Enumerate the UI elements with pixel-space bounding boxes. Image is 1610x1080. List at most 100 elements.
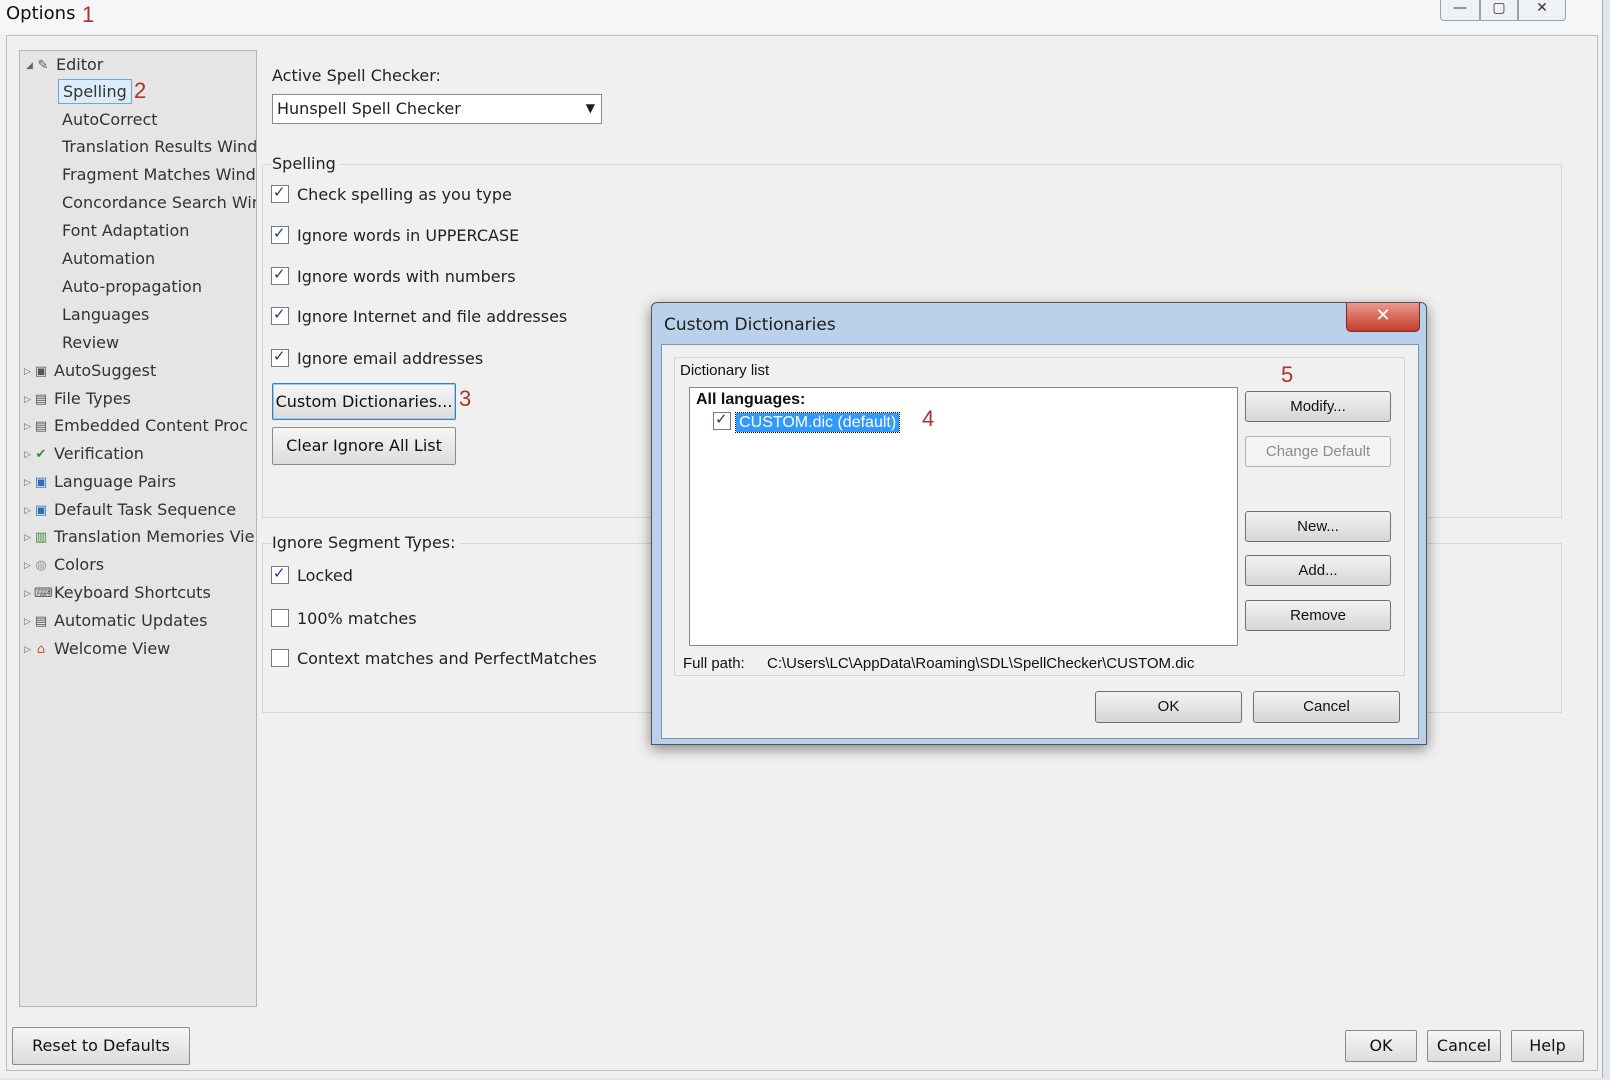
tree-item-automatic-updates[interactable]: ▷ ▤ Automatic Updates bbox=[24, 609, 207, 633]
tree-item-keyboard-shortcuts[interactable]: ▷ ⌨Keyboard Shortcuts bbox=[24, 581, 211, 605]
checkmark-icon: ✓ bbox=[273, 305, 286, 323]
close-window-button[interactable]: ✕ bbox=[1518, 0, 1566, 21]
change-default-button[interactable]: Change Default bbox=[1245, 436, 1391, 467]
ignore-segment-types-label: Ignore Segment Types: bbox=[272, 533, 460, 552]
all-languages-header: All languages: bbox=[696, 391, 806, 408]
expand-arrow-icon[interactable]: ▷ bbox=[24, 388, 34, 412]
verification-icon: ✔ bbox=[35, 446, 47, 462]
checkmark-icon: ✓ bbox=[715, 410, 728, 428]
help-button[interactable]: Help bbox=[1511, 1030, 1584, 1062]
close-icon: ✕ bbox=[1536, 0, 1548, 16]
tree-item-default-task-sequence[interactable]: ▷ ▣ Default Task Sequence bbox=[24, 498, 236, 522]
tree-item-welcome-view[interactable]: ▷ ⌂ Welcome View bbox=[24, 637, 170, 661]
minimize-icon: — bbox=[1453, 0, 1467, 16]
expand-arrow-icon[interactable]: ▷ bbox=[24, 415, 34, 439]
tree-item-file-types[interactable]: ▷ ▤ File Types bbox=[24, 387, 131, 411]
collapse-arrow-icon[interactable]: ◢ bbox=[26, 54, 36, 78]
annotation-1: 1 bbox=[82, 2, 95, 27]
tree-item-auto-propagation[interactable]: Auto-propagation bbox=[62, 275, 202, 299]
tree-item-verification[interactable]: ▷ ✔ Verification bbox=[24, 442, 144, 466]
tree-item-concordance-search[interactable]: Concordance Search Win bbox=[62, 191, 256, 215]
maximize-button[interactable]: ▢ bbox=[1480, 0, 1518, 21]
custom-dictionaries-button[interactable]: Custom Dictionaries... bbox=[272, 383, 456, 420]
language-pairs-icon: ▣ bbox=[34, 474, 48, 490]
checkmark-icon: ✓ bbox=[273, 564, 286, 582]
context-matches-checkbox[interactable]: Context matches and PerfectMatches bbox=[271, 649, 597, 668]
full-path-label: Full path: bbox=[683, 655, 745, 672]
spelling-group-label: Spelling bbox=[272, 154, 340, 173]
ignore-internet-addresses-checkbox[interactable]: ✓ Ignore Internet and file addresses bbox=[271, 305, 567, 326]
dictionary-checkbox[interactable]: ✓ bbox=[713, 410, 731, 430]
expand-arrow-icon[interactable]: ▷ bbox=[24, 360, 34, 384]
annotation-2: 2 bbox=[134, 78, 147, 103]
spell-checker-dropdown[interactable]: Hunspell Spell Checker ▼ bbox=[272, 94, 602, 124]
remove-dictionary-button[interactable]: Remove bbox=[1245, 600, 1391, 631]
tree-item-languages[interactable]: Languages bbox=[62, 303, 149, 327]
minimize-button[interactable]: — bbox=[1440, 0, 1480, 21]
tree-item-translation-memories[interactable]: ▷ ▥ Translation Memories Vie bbox=[24, 525, 254, 549]
checkmark-icon: ✓ bbox=[273, 347, 286, 365]
tree-item-autocorrect[interactable]: AutoCorrect bbox=[62, 108, 158, 132]
autosuggest-icon: ▣ bbox=[34, 363, 48, 379]
embedded-content-icon: ▤ bbox=[34, 418, 48, 434]
active-spell-checker-label: Active Spell Checker: bbox=[272, 66, 441, 85]
expand-arrow-icon[interactable]: ▷ bbox=[24, 582, 34, 606]
dictionary-item-custom[interactable]: ✓ CUSTOM.dic (default) bbox=[713, 410, 901, 433]
locked-checkbox[interactable]: ✓ Locked bbox=[271, 564, 353, 585]
ignore-uppercase-checkbox[interactable]: ✓ Ignore words in UPPERCASE bbox=[271, 224, 519, 245]
ok-button[interactable]: OK bbox=[1345, 1030, 1417, 1062]
ignore-words-with-numbers-checkbox[interactable]: ✓ Ignore words with numbers bbox=[271, 265, 516, 286]
tree-item-language-pairs[interactable]: ▷ ▣ Language Pairs bbox=[24, 470, 176, 494]
add-dictionary-button[interactable]: Add... bbox=[1245, 555, 1391, 586]
expand-arrow-icon[interactable]: ▷ bbox=[24, 638, 34, 662]
updates-icon: ▤ bbox=[34, 613, 48, 629]
tree-item-translation-results[interactable]: Translation Results Wind bbox=[62, 135, 256, 159]
tree-item-font-adaptation[interactable]: Font Adaptation bbox=[62, 219, 189, 243]
modify-button[interactable]: Modify... bbox=[1245, 391, 1391, 422]
close-icon: ✕ bbox=[1375, 305, 1391, 326]
title-bar: Options 1 — ▢ ✕ bbox=[0, 0, 1602, 34]
custom-dictionaries-dialog: Custom Dictionaries ✕ Dictionary list Al… bbox=[651, 302, 1427, 745]
checkmark-icon: ✓ bbox=[273, 224, 286, 242]
check-spelling-as-you-type-checkbox[interactable]: ✓ Check spelling as you type bbox=[271, 183, 512, 204]
tree-item-review[interactable]: Review bbox=[62, 331, 119, 355]
ignore-email-addresses-checkbox[interactable]: ✓ Ignore email addresses bbox=[271, 347, 483, 368]
dictionary-listbox[interactable]: All languages: ✓ CUSTOM.dic (default) 4 bbox=[689, 387, 1238, 646]
annotation-4: 4 bbox=[922, 406, 935, 431]
expand-arrow-icon[interactable]: ▷ bbox=[24, 554, 34, 578]
checkmark-icon: ✓ bbox=[273, 183, 286, 201]
tree-item-autosuggest[interactable]: ▷ ▣ AutoSuggest bbox=[24, 359, 156, 383]
file-types-icon: ▤ bbox=[34, 391, 48, 407]
tree-item-editor[interactable]: ◢ ✎ Editor bbox=[26, 53, 103, 77]
dialog-cancel-button[interactable]: Cancel bbox=[1253, 691, 1400, 723]
expand-arrow-icon[interactable]: ▷ bbox=[24, 610, 34, 634]
dictionary-list-label: Dictionary list bbox=[680, 362, 770, 379]
dialog-ok-button[interactable]: OK bbox=[1095, 691, 1242, 723]
tree-item-fragment-matches[interactable]: Fragment Matches Wind bbox=[62, 163, 256, 187]
100-percent-matches-checkbox[interactable]: 100% matches bbox=[271, 609, 417, 628]
clear-ignore-all-list-button[interactable]: Clear Ignore All List bbox=[272, 427, 456, 465]
dictionary-item-label: CUSTOM.dic (default) bbox=[735, 412, 901, 433]
checkmark-icon: ✓ bbox=[273, 265, 286, 283]
spell-checker-value: Hunspell Spell Checker bbox=[277, 99, 461, 118]
reset-to-defaults-button[interactable]: Reset to Defaults bbox=[12, 1027, 190, 1065]
tree-item-automation[interactable]: Automation bbox=[62, 247, 155, 271]
window-title: Options bbox=[6, 3, 76, 24]
keyboard-icon: ⌨ bbox=[34, 585, 53, 601]
new-dictionary-button[interactable]: New... bbox=[1245, 511, 1391, 542]
full-path-value: C:\Users\LC\AppData\Roaming\SDL\SpellChe… bbox=[767, 655, 1195, 672]
expand-arrow-icon[interactable]: ▷ bbox=[24, 526, 34, 550]
colors-icon: ◍ bbox=[35, 557, 47, 573]
dialog-close-button[interactable]: ✕ bbox=[1346, 303, 1420, 332]
expand-arrow-icon[interactable]: ▷ bbox=[24, 443, 34, 467]
options-tree: ◢ ✎ Editor Spelling AutoCorrect Translatio… bbox=[19, 50, 257, 1007]
expand-arrow-icon[interactable]: ▷ bbox=[24, 471, 34, 495]
dialog-title: Custom Dictionaries bbox=[664, 315, 836, 335]
tree-item-spelling[interactable]: Spelling bbox=[58, 79, 132, 104]
dictionary-list-group: Dictionary list All languages: ✓ CUSTOM.… bbox=[674, 357, 1405, 676]
pencil-icon: ✎ bbox=[37, 57, 49, 73]
expand-arrow-icon[interactable]: ▷ bbox=[24, 499, 34, 523]
tree-item-embedded-content[interactable]: ▷ ▤ Embedded Content Proc bbox=[24, 414, 248, 438]
cancel-button[interactable]: Cancel bbox=[1427, 1030, 1501, 1062]
tree-item-colors[interactable]: ▷ ◍ Colors bbox=[24, 553, 104, 577]
